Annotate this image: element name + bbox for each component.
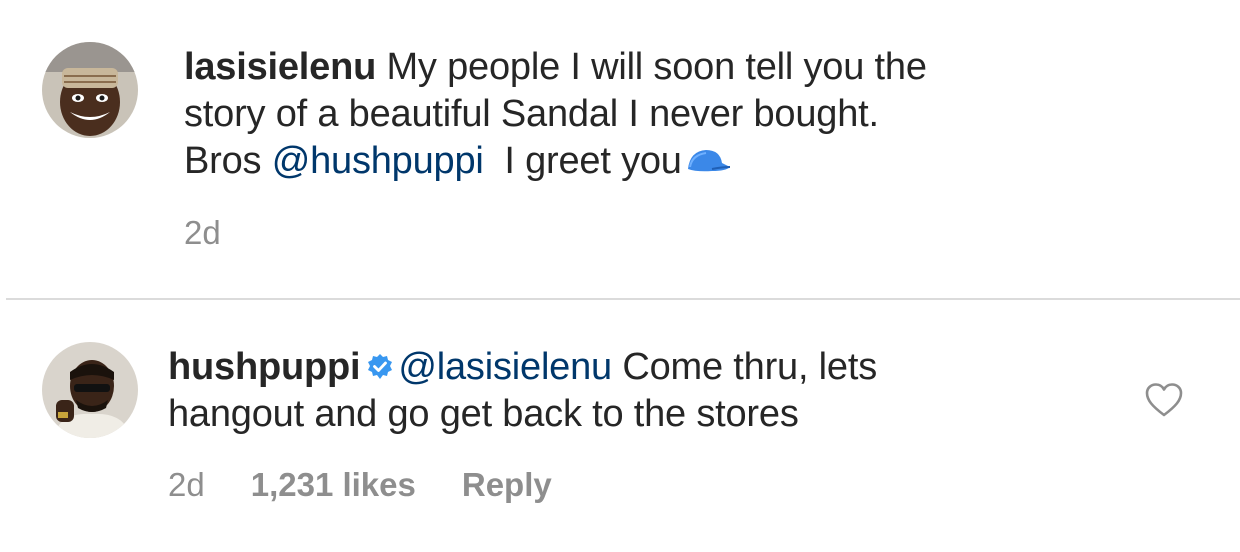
mention-link[interactable]: @hushpuppi	[272, 140, 484, 182]
avatar-image	[42, 42, 138, 138]
reply-button[interactable]: Reply	[462, 466, 552, 503]
comment-text: Come thru, lets	[612, 346, 878, 388]
comment-text: I greet you	[483, 140, 682, 182]
comment-line: Bros @hushpuppi I greet you	[184, 138, 1084, 185]
likes-count[interactable]: 1,231 likes	[251, 466, 416, 503]
verified-badge-icon	[366, 346, 394, 379]
avatar-image	[42, 342, 138, 438]
username[interactable]: lasisielenu	[184, 46, 376, 88]
comment-line: lasisielenu My people I will soon tell y…	[184, 44, 1084, 91]
comment-text: story of a beautiful Sandal I never boug…	[184, 93, 879, 135]
comment-text: hangout and go get back to the stores	[168, 393, 799, 435]
mention-link[interactable]: @lasisielenu	[398, 346, 612, 388]
avatar[interactable]	[42, 42, 138, 138]
timestamp: 2d	[168, 466, 205, 503]
comment-text: My people I will soon tell you the	[376, 46, 927, 88]
avatar[interactable]	[42, 342, 138, 438]
comment-text: Bros	[184, 140, 272, 182]
blue-cap-icon	[682, 140, 732, 172]
username[interactable]: hushpuppi	[168, 346, 361, 388]
timestamp: 2d	[184, 214, 221, 251]
like-heart-icon[interactable]	[1144, 382, 1184, 418]
comment-line: hushpuppi @lasisielenu Come thru, lets	[168, 344, 1108, 391]
divider	[6, 298, 1240, 300]
